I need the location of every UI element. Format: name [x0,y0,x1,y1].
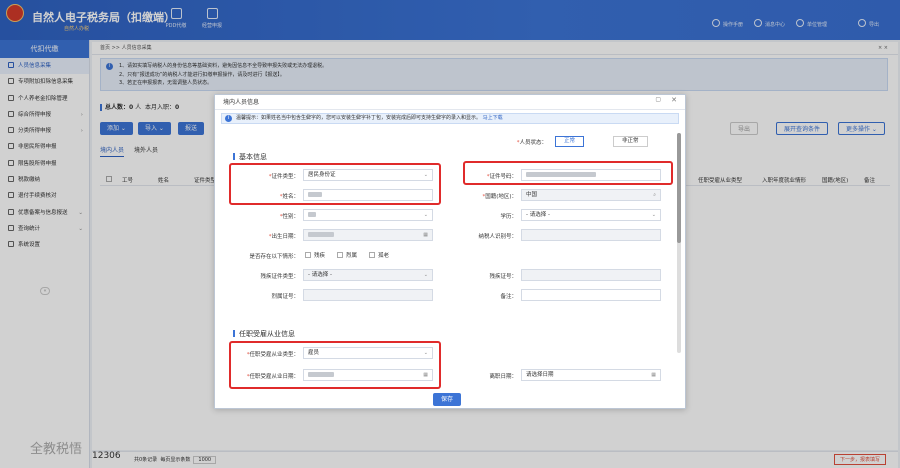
disability-id-type-select[interactable]: - 请选择 - ⌄ [303,269,433,281]
person-info-dialog: 境内人员信息 ▢ ✕ i 温馨提示：如果姓名当中包含生僻字的，您可以安装生僻字补… [214,94,686,409]
disability-no-field[interactable] [521,269,661,281]
status-normal-button[interactable]: 正常 [555,136,585,147]
remark-field[interactable] [521,289,661,301]
taxpayer-id-label: 纳税人识别号： [478,234,517,240]
dialog-title: 境内人员信息 [215,95,685,110]
gender-select[interactable]: ⌄ [303,209,433,221]
disabled-checkbox[interactable]: 残疾 [305,251,325,259]
redacted-value [308,232,334,237]
education-label: 学历： [500,214,517,220]
martyr-no-label: 烈属证号： [271,294,299,300]
search-icon: ⌕ [653,192,656,198]
section-job: 任职受雇从业信息 [233,329,295,339]
leave-date-label: 离职日期： [489,374,517,380]
martyr-family-checkbox[interactable]: 烈属 [337,251,357,259]
martyr-no-field[interactable] [303,289,433,301]
maximize-icon[interactable]: ▢ [655,96,661,103]
remark-label: 备注： [500,294,517,300]
disability-id-type-label: 残疾证件类型： [260,274,299,280]
disability-label: 是否存在以下情形： [249,254,299,260]
nationality-field[interactable]: 中国 ⌕ [521,189,661,201]
highlight-box [229,341,441,389]
birth-date-field[interactable]: ▦ [303,229,433,241]
highlight-box [229,163,441,205]
info-icon: i [225,115,232,122]
lonely-elder-checkbox[interactable]: 孤老 [369,251,389,259]
dialog-body: *人员状态： 正常 非正常 基本信息 *证件类型： 居民身份证 ⌄ *姓名： *证… [221,127,681,392]
calendar-icon: ▦ [423,232,428,238]
rare-char-tip: i 温馨提示：如果姓名当中包含生僻字的，您可以安装生僻字补丁包，安装完成后即可支… [221,113,679,124]
redacted-value [308,212,316,217]
disability-no-label: 残疾证号： [489,274,517,280]
highlight-box [463,161,673,185]
dialog-scrollbar[interactable] [677,133,681,353]
taxpayer-id-field [521,229,661,241]
education-select[interactable]: - 请选择 - ⌄ [521,209,661,221]
chevron-down-icon: ⌄ [423,272,428,278]
status-abnormal-button[interactable]: 非正常 [613,136,648,147]
section-basic: 基本信息 [233,152,267,162]
save-button[interactable]: 保存 [433,393,461,406]
calendar-icon: ▦ [651,372,656,378]
chevron-down-icon: ⌄ [423,212,428,218]
leave-date-field[interactable]: 请选择日期 ▦ [521,369,661,381]
download-link[interactable]: 马上下载 [483,115,503,121]
close-icon[interactable]: ✕ [671,96,677,104]
chevron-down-icon: ⌄ [651,212,656,218]
